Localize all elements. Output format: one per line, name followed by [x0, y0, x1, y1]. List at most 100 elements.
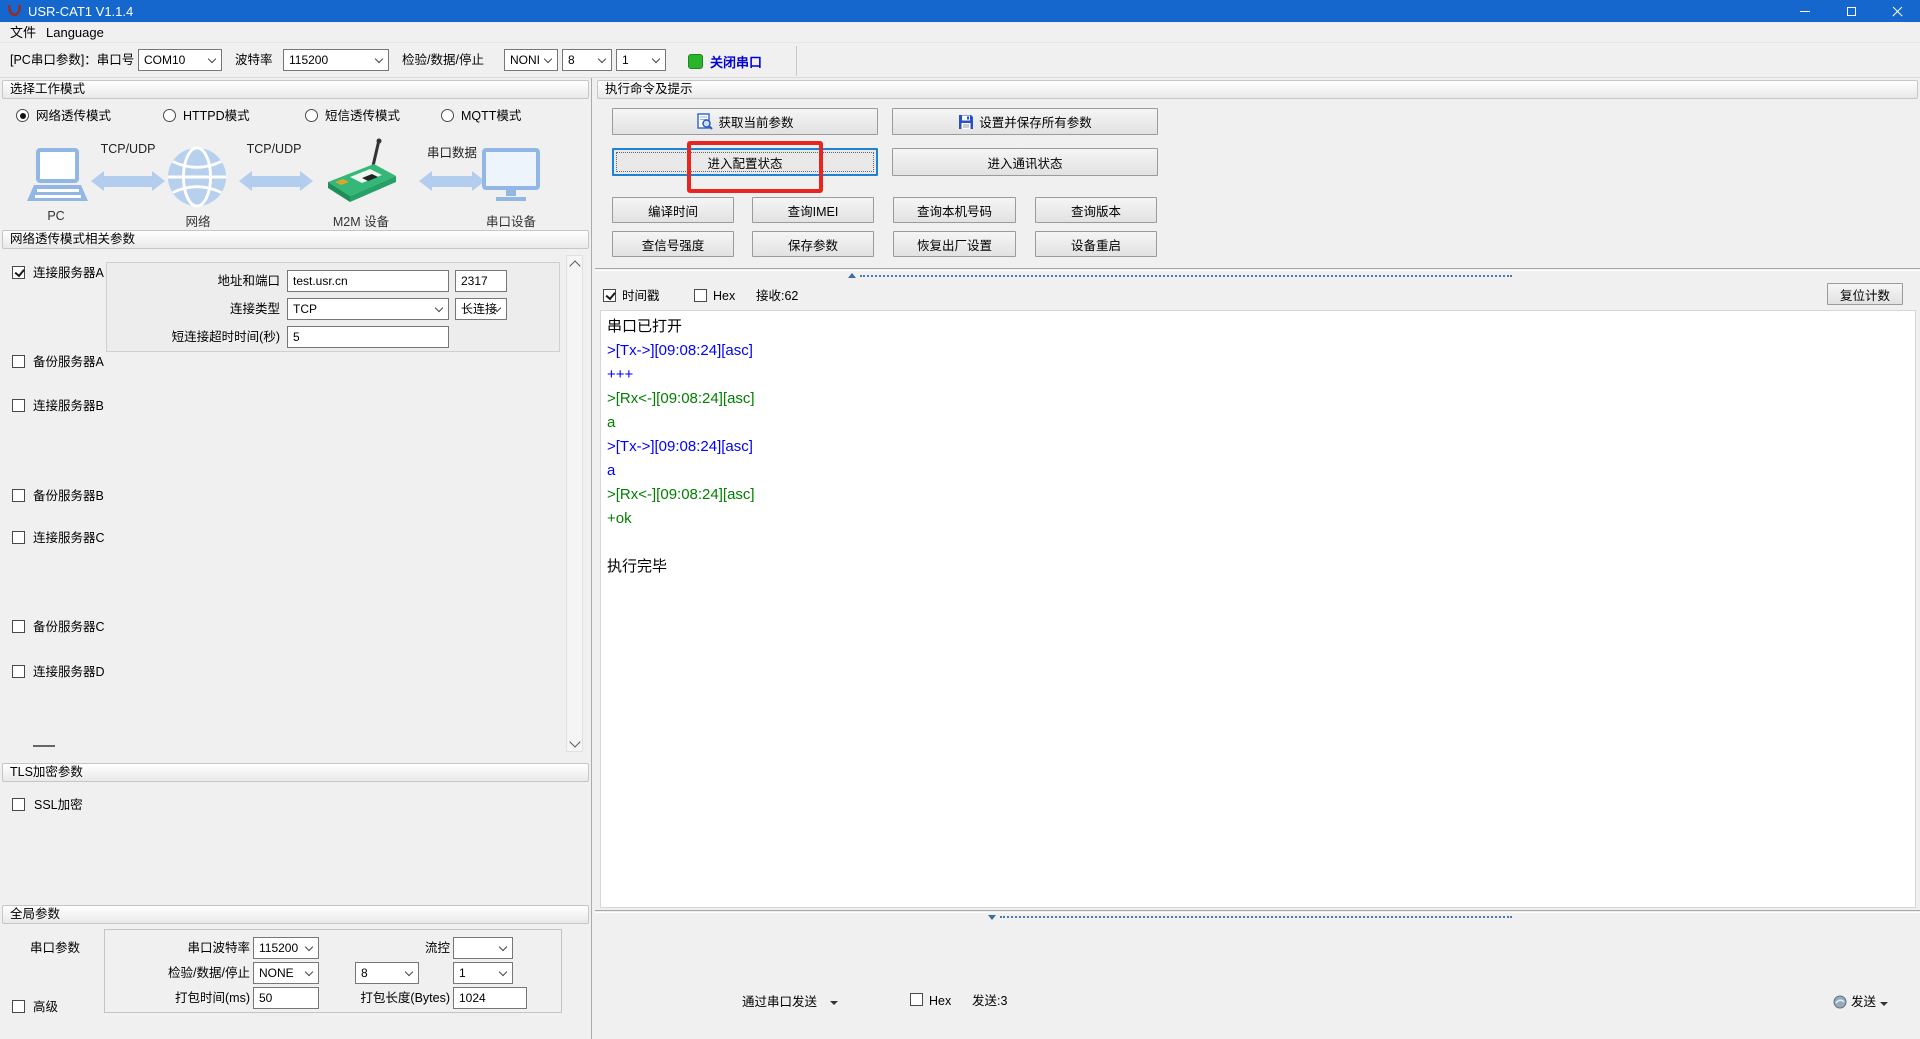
radio-mqtt[interactable] — [441, 109, 454, 122]
parity-select[interactable]: NONI — [504, 49, 558, 71]
network-globe-icon — [166, 146, 228, 213]
port-input[interactable]: 2317 — [455, 270, 507, 292]
toolbar: [PC串口参数]：串口号 COM10 波特率 115200 检验/数据/停止 N… — [0, 42, 1920, 78]
send-hex-checkbox[interactable] — [910, 993, 923, 1006]
save-params-button[interactable]: 保存参数 — [752, 231, 874, 257]
conn-mode-select[interactable]: 长连接 — [455, 298, 507, 320]
server-d-checkbox[interactable] — [12, 665, 25, 678]
advanced-checkbox[interactable] — [12, 1000, 25, 1013]
compile-time-button[interactable]: 编译时间 — [612, 197, 734, 223]
net-params-header: 网络透传模式相关参数 — [2, 230, 589, 249]
pack-length-input[interactable]: 1024 — [453, 987, 527, 1009]
query-signal-button[interactable]: 查信号强度 — [612, 231, 734, 257]
pack-time-input[interactable]: 50 — [253, 987, 319, 1009]
address-input[interactable]: test.usr.cn — [287, 270, 449, 292]
set-save-params-button[interactable]: 设置并保存所有参数 — [892, 108, 1158, 135]
close-port-label: 关闭串口 — [710, 54, 763, 70]
log-line: a — [607, 462, 616, 479]
radio-net-passthrough-label: 网络透传模式 — [36, 109, 112, 123]
panel-separator[interactable] — [591, 78, 592, 1039]
log-area[interactable]: 串口已打开 >[Tx->][09:08:24][asc] +++ >[Rx<-]… — [600, 310, 1916, 908]
log-line: >[Rx<-][09:08:24][asc] — [607, 486, 755, 503]
backup-server-b-checkbox[interactable] — [12, 489, 25, 502]
factory-reset-button[interactable]: 恢复出厂设置 — [893, 231, 1016, 257]
server-c-label: 连接服务器C — [33, 531, 105, 545]
menu-bar: 文件 Language — [0, 22, 1920, 42]
menu-language[interactable]: Language — [46, 25, 104, 40]
log-line: 执行完毕 — [607, 558, 668, 575]
short-timeout-input[interactable]: 5 — [287, 326, 449, 348]
query-version-button[interactable]: 查询版本 — [1035, 197, 1157, 223]
conn-type-select[interactable]: TCP — [287, 298, 449, 320]
baud-label: 波特率 — [235, 53, 273, 67]
server-b-checkbox[interactable] — [12, 399, 25, 412]
log-line: >[Tx->][09:08:24][asc] — [607, 342, 753, 359]
radio-httpd[interactable] — [163, 109, 176, 122]
radio-mqtt-label: MQTT模式 — [461, 109, 522, 123]
global-stopbits-select[interactable]: 1 — [453, 962, 513, 984]
radio-sms-passthrough[interactable] — [305, 109, 318, 122]
global-parity-select[interactable]: NONE — [253, 962, 319, 984]
splitter-collapse-up-icon[interactable] — [848, 273, 856, 278]
commands-header: 执行命令及提示 — [597, 80, 1918, 99]
parity-label: 检验/数据/停止 — [402, 53, 484, 67]
enter-config-button[interactable]: 进入配置状态 — [612, 148, 878, 176]
global-baud-select[interactable]: 115200 — [253, 937, 319, 959]
left-scrollbar[interactable] — [566, 255, 583, 752]
backup-server-c-checkbox[interactable] — [12, 620, 25, 633]
node-serial-label: 串口设备 — [485, 215, 536, 229]
work-mode-header: 选择工作模式 — [2, 80, 589, 99]
send-icon — [1833, 995, 1847, 1009]
get-params-button[interactable]: 获取当前参数 — [612, 108, 878, 135]
global-databits-select[interactable]: 8 — [355, 962, 419, 984]
log-splitter-top[interactable] — [595, 268, 1920, 271]
node-pc-label: PC — [47, 209, 65, 223]
backup-server-a-checkbox[interactable] — [12, 355, 25, 368]
close-button[interactable] — [1874, 0, 1920, 22]
com-port-select[interactable]: COM10 — [138, 49, 222, 71]
flow-control-select[interactable] — [453, 937, 513, 959]
timestamp-label: 时间戳 — [622, 289, 660, 303]
window-title: USR-CAT1 V1.1.4 — [28, 4, 134, 19]
backup-server-a-label: 备份服务器A — [33, 355, 104, 369]
toggle-port-button[interactable]: 关闭串口 — [688, 47, 788, 75]
device-restart-button[interactable]: 设备重启 — [1035, 231, 1157, 257]
tls-header: TLS加密参数 — [2, 763, 589, 782]
maximize-button[interactable] — [1828, 0, 1874, 22]
splitter-handle-bottom[interactable] — [1000, 916, 1512, 918]
scroll-down-icon[interactable] — [569, 736, 581, 748]
splitter-handle-top[interactable] — [860, 275, 1512, 277]
reset-count-button[interactable]: 复位计数 — [1827, 283, 1903, 305]
query-imei-button[interactable]: 查询IMEI — [752, 197, 874, 223]
log-line: a — [607, 414, 616, 431]
title-bar: USR-CAT1 V1.1.4 — [0, 0, 1920, 22]
log-line: +++ — [607, 366, 634, 383]
addr-port-label: 地址和端口 — [217, 274, 280, 288]
databits-select[interactable]: 8 — [562, 49, 612, 71]
stopbits-select[interactable]: 1 — [616, 49, 666, 71]
close-icon — [1892, 6, 1903, 17]
baud-select[interactable]: 115200 — [283, 49, 389, 71]
log-hex-checkbox[interactable] — [694, 289, 707, 302]
minimize-button[interactable] — [1782, 0, 1828, 22]
menu-file[interactable]: 文件 — [10, 25, 36, 40]
log-line: >[Tx->][09:08:24][asc] — [607, 438, 753, 455]
radio-net-passthrough[interactable] — [16, 109, 29, 122]
scroll-up-icon[interactable] — [569, 260, 581, 272]
log-splitter-bottom[interactable] — [595, 910, 1920, 913]
splitter-collapse-down-icon[interactable] — [988, 915, 996, 920]
server-a-checkbox[interactable] — [12, 266, 25, 279]
timestamp-checkbox[interactable] — [603, 289, 616, 302]
collapsed-splitter-dash[interactable] — [33, 745, 55, 747]
enter-comm-button[interactable]: 进入通讯状态 — [892, 148, 1158, 176]
query-phone-number-button[interactable]: 查询本机号码 — [893, 197, 1016, 223]
save-disk-icon — [958, 114, 974, 130]
received-count: 接收:62 — [756, 289, 799, 303]
server-c-checkbox[interactable] — [12, 531, 25, 544]
send-mode-label: 通过串口发送 — [742, 995, 818, 1009]
send-mode-dropdown[interactable]: 通过串口发送 — [742, 994, 842, 1012]
log-line: >[Rx<-][09:08:24][asc] — [607, 390, 755, 407]
send-button[interactable]: 发送 — [1833, 992, 1897, 1012]
ssl-checkbox[interactable] — [12, 798, 25, 811]
global-params-header: 全局参数 — [2, 905, 589, 924]
